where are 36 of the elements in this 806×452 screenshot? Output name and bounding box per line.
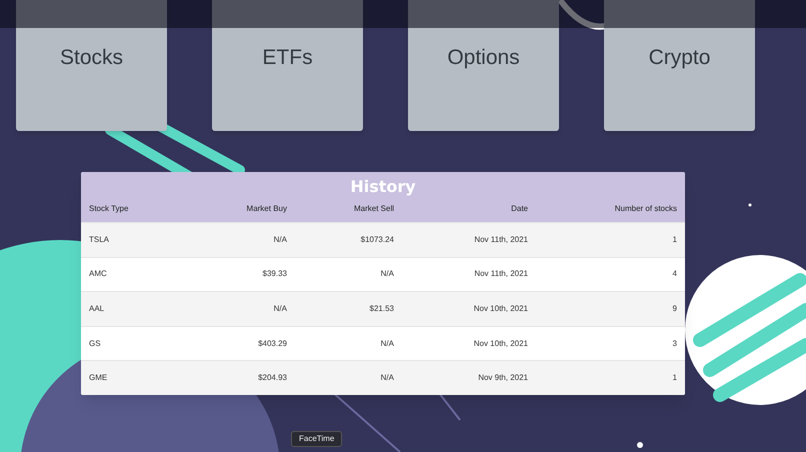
- category-card[interactable]: Crypto: [604, 0, 755, 131]
- table-cell-text: Nov 9th, 2021: [477, 372, 529, 384]
- table-cell-text: 9: [672, 302, 678, 315]
- table-cell-text: N/A: [272, 302, 288, 315]
- table-cell-text: Nov 10th, 2021: [472, 338, 529, 350]
- column-header: Number of stocks: [614, 203, 678, 215]
- column-header: Stock Type: [88, 203, 130, 215]
- table-cell-text: $403.29: [257, 338, 288, 350]
- table-cell-text: $1073.24: [360, 234, 395, 246]
- column-header: Date: [510, 203, 529, 215]
- table-cell-text: AAL: [88, 302, 106, 315]
- table-cell-text: N/A: [380, 372, 395, 384]
- table-cell-text: 1: [672, 372, 678, 384]
- table-cell-text: Nov 11th, 2021: [473, 268, 529, 280]
- table-cell-text: Nov 11th, 2021: [473, 234, 529, 246]
- category-card[interactable]: ETFs: [212, 0, 363, 131]
- table-cell-text: Nov 10th, 2021: [472, 302, 529, 315]
- column-header: Market Sell: [352, 203, 395, 215]
- table-cell-text: GS: [88, 338, 102, 350]
- table-cell-text: GME: [88, 372, 108, 384]
- table-cell-text: N/A: [272, 234, 288, 246]
- table-cell-text: $204.93: [257, 372, 288, 384]
- category-card[interactable]: Options: [408, 0, 559, 131]
- tooltip: FaceTime: [291, 431, 342, 447]
- table-cell-text: TSLA: [88, 234, 110, 246]
- table-cell-text: N/A: [380, 338, 395, 350]
- table-cell-text: 4: [672, 268, 678, 280]
- column-header: Market Buy: [246, 203, 288, 215]
- table-cell-text: AMC: [88, 268, 108, 280]
- table-cell-text: 1: [672, 234, 678, 246]
- table-cell-text: 3: [672, 338, 678, 350]
- table-cell-text: $39.33: [262, 268, 288, 280]
- table-title: History: [349, 176, 417, 198]
- table-cell-text: $21.53: [368, 302, 395, 315]
- table-cell-text: N/A: [380, 268, 395, 280]
- category-card[interactable]: Stocks: [16, 0, 167, 131]
